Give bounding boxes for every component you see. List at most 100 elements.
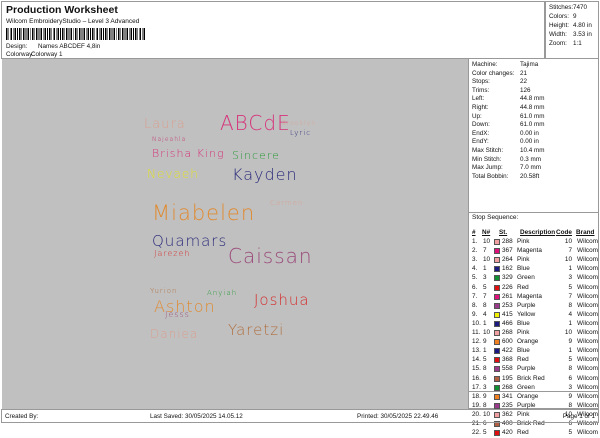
embroidered-name: Nevaeh xyxy=(147,167,199,181)
brand: Wilcom xyxy=(577,274,598,282)
stat-row: Height: 4.80 in xyxy=(549,22,592,29)
row-number: 19. xyxy=(472,401,481,409)
row-number: 22. xyxy=(472,429,481,437)
color-code: 3 xyxy=(568,274,572,282)
color-code: 1 xyxy=(568,265,572,273)
brand: Wilcom xyxy=(577,392,598,400)
machine-row: Color changes: 21 xyxy=(472,70,527,77)
needle-number: 10 xyxy=(483,256,491,264)
color-description: Pink xyxy=(517,329,530,336)
barcode xyxy=(6,28,146,40)
stop-sequence-title: Stop Sequence: xyxy=(469,212,599,222)
color-swatch xyxy=(494,248,500,255)
color-swatch xyxy=(494,357,500,364)
needle-number: 1 xyxy=(483,347,487,355)
stat-value: 4.80 in xyxy=(573,22,592,29)
color-code: 10 xyxy=(564,238,572,245)
color-description: Red xyxy=(517,356,529,364)
page-number: Page 1 of 1 xyxy=(562,413,595,420)
row-number: 16. xyxy=(472,374,481,382)
row-number: 2. xyxy=(472,247,478,255)
row-number: 9. xyxy=(472,310,478,318)
stitch-count: 253 xyxy=(502,301,513,309)
machine-value: 0.3 mm xyxy=(520,155,541,163)
color-swatch xyxy=(494,393,500,400)
stat-value: 9 xyxy=(573,13,577,20)
machine-row: Total Bobbin: 20.58ft xyxy=(472,173,539,180)
stitch-count: 226 xyxy=(502,283,513,291)
color-code: 3 xyxy=(568,383,572,391)
table-row: 4. 1 162 Blue 1 Wilcom xyxy=(472,265,598,274)
row-number: 18. xyxy=(472,392,481,400)
stitch-count: 235 xyxy=(502,401,513,409)
needle-number: 5 xyxy=(483,429,487,437)
column-header: St. xyxy=(499,229,508,236)
color-description: Purple xyxy=(517,401,536,409)
brand: Wilcom xyxy=(577,256,598,264)
machine-row: Stops: 22 xyxy=(472,78,527,85)
embroidered-name: Sincere xyxy=(232,149,280,162)
brand: Wilcom xyxy=(577,301,598,309)
design-preview: Laura ABCdE Brooklyn Lyric Najeahla Brisha Ki… xyxy=(2,59,468,409)
panel-divider xyxy=(469,391,599,392)
stitch-count: 268 xyxy=(502,329,513,336)
table-row: 14. 5 368 Red 5 Wilcom xyxy=(472,356,598,365)
stitch-count: 329 xyxy=(502,274,513,282)
embroidered-name: Miabelen xyxy=(152,201,256,225)
color-code: 5 xyxy=(568,429,572,437)
stat-label: Height: xyxy=(549,22,569,29)
table-row: 9. 4 415 Yellow 4 Wilcom xyxy=(472,311,598,320)
brand: Wilcom xyxy=(577,283,598,291)
machine-label: Max Jump: xyxy=(472,164,503,172)
machine-row: EndY: 0.00 in xyxy=(472,138,539,145)
machine-value: 126 xyxy=(520,86,531,94)
info-panel: Machine: Tajima Color changes: 21 Stops: 22 Tr… xyxy=(468,59,599,437)
color-description: Orange xyxy=(517,338,539,346)
brand: Wilcom xyxy=(577,247,598,255)
stat-label: Width: xyxy=(549,31,567,38)
color-code: 10 xyxy=(564,256,572,264)
design-row: Design: Names ABCDEF 4,8in xyxy=(6,43,100,50)
machine-label: Left: xyxy=(472,95,485,103)
needle-number: 3 xyxy=(483,383,487,391)
machine-value: Tajima xyxy=(520,61,539,68)
color-code: 9 xyxy=(568,338,572,346)
brand: Wilcom xyxy=(577,292,598,300)
color-description: Green xyxy=(517,274,535,282)
machine-row: Right: 44.8 mm xyxy=(472,104,545,111)
brand: Wilcom xyxy=(577,329,598,336)
stat-label: Zoom: xyxy=(549,40,567,47)
stats-box: Stitches: 7470 Colors: 9 Height: 4.80 in Width… xyxy=(545,1,599,59)
embroidered-name: Brooklyn xyxy=(282,120,317,127)
machine-row: Trims: 126 xyxy=(472,86,531,94)
color-description: Red xyxy=(517,283,529,291)
stitch-count: 261 xyxy=(502,292,513,300)
stat-value: 7470 xyxy=(573,4,588,11)
color-swatch xyxy=(494,311,500,318)
last-saved: Last Saved: 30/05/2025 14.05.12 xyxy=(150,413,243,420)
stat-row: Colors: 9 xyxy=(549,13,577,20)
stat-label: Colors: xyxy=(549,13,569,20)
color-swatch xyxy=(494,284,500,291)
stat-row: Stitches: 7470 xyxy=(549,4,587,11)
machine-label: Trims: xyxy=(472,86,490,94)
machine-value: 61.0 mm xyxy=(520,121,545,129)
row-number: 7. xyxy=(472,292,478,300)
color-code: 8 xyxy=(568,301,572,309)
needle-number: 7 xyxy=(483,247,487,255)
brand: Wilcom xyxy=(577,429,598,437)
color-description: Red xyxy=(517,429,529,437)
machine-row: Down: 61.0 mm xyxy=(472,121,545,128)
row-number: 15. xyxy=(472,365,481,373)
brand: Wilcom xyxy=(577,365,598,373)
brand: Wilcom xyxy=(577,356,598,364)
needle-number: 3 xyxy=(483,274,487,282)
app-subtitle: Wilcom EmbroideryStudio – Level 3 Advanc… xyxy=(6,18,140,25)
machine-row: Machine: Tajima xyxy=(472,61,538,68)
color-swatch xyxy=(494,330,500,336)
machine-value: 61.0 mm xyxy=(520,112,545,120)
brand: Wilcom xyxy=(577,310,598,318)
machine-row: Max Jump: 7.0 mm xyxy=(472,164,541,172)
machine-value: 21 xyxy=(520,69,528,77)
brand: Wilcom xyxy=(577,374,598,382)
